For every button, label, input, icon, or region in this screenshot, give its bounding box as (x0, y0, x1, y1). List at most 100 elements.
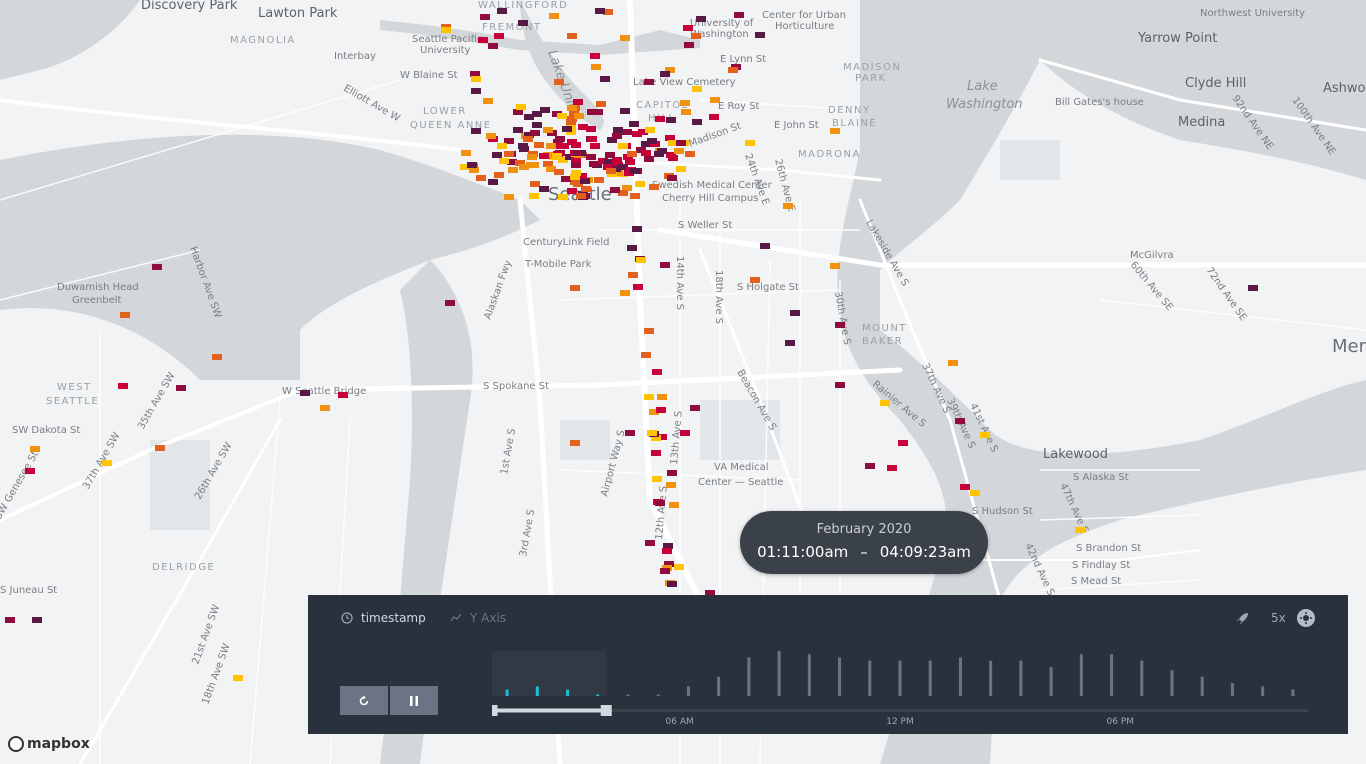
heat-cell (571, 142, 581, 148)
y-axis-selector[interactable]: Y Axis (450, 611, 506, 625)
map-label: S Brandon St (1076, 543, 1141, 554)
map-label: BAKER (862, 336, 903, 347)
heat-cell (5, 617, 15, 623)
heat-cell (612, 133, 622, 139)
heat-cell (709, 114, 719, 120)
histogram-bar (535, 686, 539, 696)
heat-cell (674, 148, 684, 154)
map-label: T-Mobile Park (524, 259, 592, 270)
heat-cell (669, 502, 679, 508)
histogram-bar (656, 694, 660, 696)
heat-cell (534, 142, 544, 148)
heat-cell (445, 300, 455, 306)
heat-cell (557, 113, 567, 119)
map-label: S Spokane St (483, 381, 549, 392)
histogram-bar (1140, 660, 1144, 696)
map-label: Greenbelt (72, 295, 122, 306)
map-label: Clyde Hill (1185, 76, 1246, 91)
heat-cell (467, 162, 477, 168)
time-playback-panel: timestamp Y Axis 5x 06 AM 12 PM 06 PM (308, 595, 1348, 734)
heat-cell (594, 177, 604, 183)
heat-cell (483, 98, 493, 104)
heat-cell (696, 16, 706, 22)
heat-cell (750, 277, 760, 283)
heat-cell (518, 20, 528, 26)
heat-cell (1075, 527, 1085, 533)
heat-cell (576, 193, 586, 199)
map-label: Bill Gates's house (1055, 97, 1144, 108)
heat-cell (574, 113, 584, 119)
heat-cell (635, 181, 645, 187)
speed-control[interactable]: 5x (1236, 611, 1286, 625)
range-handle-end[interactable] (600, 705, 612, 716)
pause-icon (410, 695, 418, 706)
map-label: 14th Ave S (674, 256, 685, 310)
time-tick-label: 12 PM (886, 717, 914, 727)
heat-cell (644, 156, 654, 162)
heat-cell (504, 194, 514, 200)
heat-cell (540, 107, 550, 113)
heat-cell (596, 101, 606, 107)
heat-cell (667, 581, 677, 587)
settings-button[interactable] (1297, 609, 1315, 627)
heat-cell (461, 150, 471, 156)
heat-cell (647, 138, 657, 144)
time-range: 01:11:00am –04:09:23am (740, 543, 988, 561)
time-end: 04:09:23am (879, 543, 971, 561)
histogram-bar (566, 689, 570, 696)
heat-cell (887, 465, 897, 471)
heat-cell (683, 25, 693, 31)
histogram-bar (868, 660, 872, 696)
heat-cell (620, 108, 630, 114)
heat-cell (655, 500, 665, 506)
gear-icon (1300, 612, 1312, 624)
heat-cell (494, 172, 504, 178)
histogram-bar (717, 676, 721, 696)
heat-cell (586, 154, 596, 160)
heat-cell (645, 540, 655, 546)
map-label: DENNY (828, 105, 871, 116)
heat-cell (835, 322, 845, 328)
heat-cell (960, 484, 970, 490)
heat-cell (595, 8, 605, 14)
histogram-bar (777, 651, 781, 696)
map-label: S Hudson St (972, 506, 1033, 517)
map-label: VA Medical (714, 462, 769, 473)
heat-cell (674, 564, 684, 570)
heat-cell (790, 310, 800, 316)
selection-range-bar (492, 708, 607, 713)
field-selector[interactable]: timestamp (341, 611, 426, 625)
heat-cell (233, 675, 243, 681)
heat-cell (630, 193, 640, 199)
heat-cell (835, 382, 845, 388)
heat-cell (618, 143, 628, 149)
heat-cell (543, 127, 553, 133)
map-label: S Weller St (678, 220, 732, 231)
heat-cell (898, 440, 908, 446)
heat-cell (865, 463, 875, 469)
histogram-bar (1110, 654, 1114, 696)
map-label: Northwest University (1200, 8, 1305, 19)
y-axis-label: Y Axis (470, 611, 507, 625)
pause-button[interactable] (390, 686, 438, 715)
map-label: Lake (967, 79, 998, 94)
mapbox-logo[interactable]: mapbox (8, 736, 90, 752)
selection-window[interactable] (492, 651, 607, 696)
heat-cell (32, 617, 42, 623)
heat-cell (480, 14, 490, 20)
histogram-bar (1230, 683, 1234, 696)
histogram-bar (958, 657, 962, 696)
map-label: E Roy St (718, 101, 760, 112)
map-label: MADRONA (798, 149, 861, 160)
map-label: Duwamish Head (57, 282, 139, 293)
heat-cell (948, 360, 958, 366)
heat-cell (118, 383, 128, 389)
reset-button[interactable] (340, 686, 388, 715)
histogram-bar (1200, 676, 1204, 696)
time-histogram[interactable]: 06 AM 12 PM 06 PM (492, 651, 1312, 729)
range-handle-start[interactable] (492, 705, 498, 716)
heat-cell (471, 76, 481, 82)
map-label: Lawton Park (258, 6, 338, 21)
heat-cell (632, 226, 642, 232)
rocket-icon (1237, 612, 1248, 624)
